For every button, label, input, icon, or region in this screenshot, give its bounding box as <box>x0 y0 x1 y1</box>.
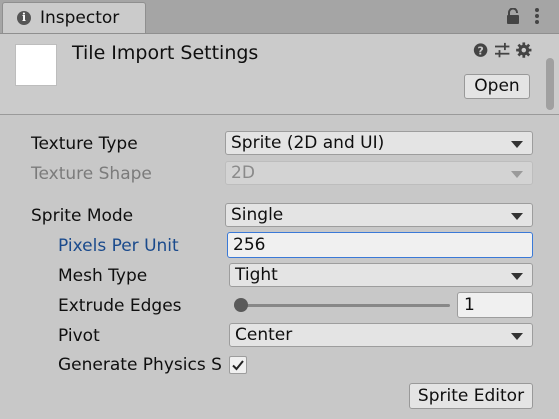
texture-type-label: Texture Type <box>31 134 138 154</box>
texture-type-dropdown[interactable]: Sprite (2D and UI) <box>225 131 533 155</box>
texture-shape-label: Texture Shape <box>31 164 152 184</box>
kebab-menu-icon[interactable] <box>534 7 540 27</box>
svg-text:?: ? <box>477 45 483 58</box>
texture-shape-value: 2D <box>231 163 255 183</box>
lock-icon[interactable] <box>506 8 520 25</box>
settings-gear-icon[interactable] <box>516 42 532 58</box>
mesh-type-dropdown[interactable]: Tight <box>229 263 533 287</box>
info-icon: i <box>17 11 31 25</box>
help-icon[interactable]: ? <box>473 43 488 58</box>
tab-inspector[interactable]: i Inspector <box>2 2 146 33</box>
extrude-edges-field[interactable]: 1 <box>457 292 533 318</box>
asset-title: Tile Import Settings <box>72 42 259 64</box>
sprite-mode-label: Sprite Mode <box>31 206 134 226</box>
mesh-type-label: Mesh Type <box>58 266 148 286</box>
checkmark-icon <box>232 360 244 371</box>
dropdown-arrow-icon <box>511 213 523 220</box>
extrude-edges-slider-knob[interactable] <box>234 298 248 312</box>
header-icons: ? <box>473 42 532 58</box>
extrude-edges-value: 1 <box>464 295 475 315</box>
preset-sliders-icon[interactable] <box>495 42 510 58</box>
open-button[interactable]: Open <box>464 74 530 99</box>
sprite-mode-value: Single <box>231 205 284 225</box>
tab-bar: i Inspector <box>0 0 559 34</box>
dropdown-arrow-icon <box>511 333 523 340</box>
tab-label: Inspector <box>40 8 120 28</box>
pivot-value: Center <box>235 325 293 345</box>
pixels-per-unit-label: Pixels Per Unit <box>58 236 179 256</box>
asset-preview-thumbnail <box>15 44 57 86</box>
pixels-per-unit-value: 256 <box>233 235 266 255</box>
extrude-edges-label: Extrude Edges <box>58 296 182 316</box>
generate-physics-shape-label: Generate Physics Shape <box>58 355 222 375</box>
dropdown-arrow-icon <box>511 171 523 178</box>
mesh-type-value: Tight <box>235 265 278 285</box>
scrollbar-thumb[interactable] <box>546 58 554 110</box>
sprite-editor-button[interactable]: Sprite Editor <box>409 383 533 409</box>
extrude-edges-slider-track[interactable] <box>234 304 450 307</box>
pivot-label: Pivot <box>58 326 100 346</box>
texture-type-value: Sprite (2D and UI) <box>231 133 385 153</box>
inspector-header: Tile Import Settings ? Open <box>0 34 559 115</box>
pixels-per-unit-field[interactable]: 256 <box>227 232 533 258</box>
dropdown-arrow-icon <box>511 273 523 280</box>
dropdown-arrow-icon <box>511 141 523 148</box>
pivot-dropdown[interactable]: Center <box>229 323 533 347</box>
scrollbar[interactable] <box>543 50 557 419</box>
texture-shape-dropdown: 2D <box>225 161 533 185</box>
sprite-mode-dropdown[interactable]: Single <box>225 203 533 227</box>
generate-physics-shape-checkbox[interactable] <box>229 356 247 374</box>
